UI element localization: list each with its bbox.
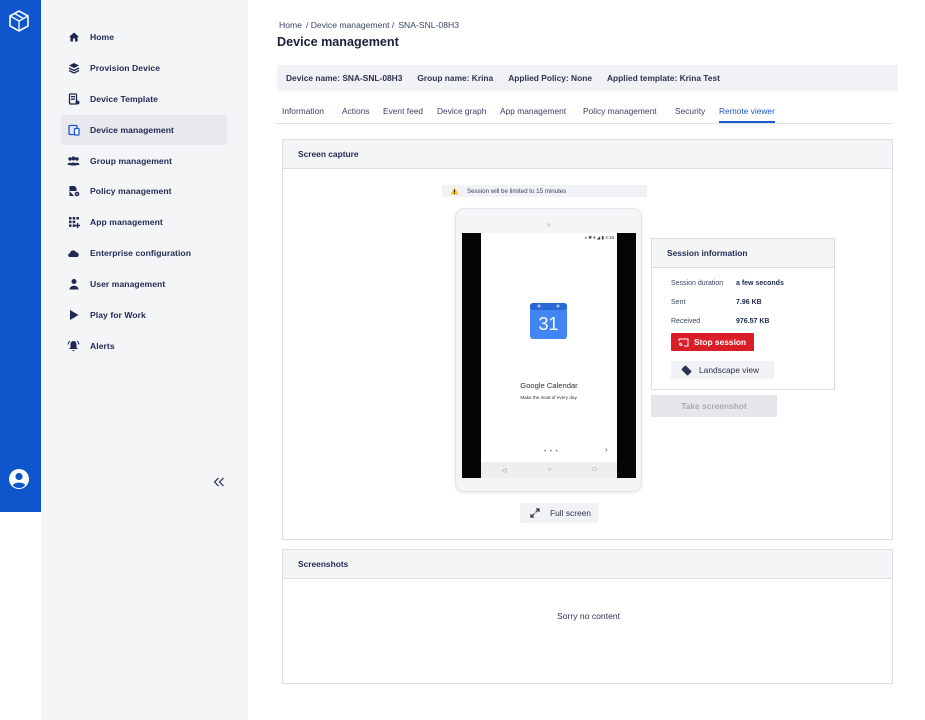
sidebar-item-device-management[interactable]: Device management <box>61 115 227 145</box>
tab-event-feed[interactable]: Event feed <box>383 106 423 121</box>
full-screen-label: Full screen <box>550 508 591 518</box>
device-status-bar: ⁎ ✱ ▾ ◢ ▮ 4:18 <box>584 235 614 240</box>
sent-value: 7.96 KB <box>736 299 762 306</box>
sidebar-item-alerts[interactable]: Alerts <box>61 331 227 361</box>
tab-remote-viewer[interactable]: Remote viewer <box>719 106 775 123</box>
screenshots-title: Screenshots <box>283 550 892 579</box>
expand-icon <box>530 508 540 518</box>
sidebar-item-policy-management[interactable]: Policy management <box>61 176 227 206</box>
calendar-app-icon: 31 <box>530 303 567 339</box>
device-info-bar: Device name: SNA-SNL-08H3 Group name: Kr… <box>277 65 898 91</box>
screen-capture-title: Screen capture <box>283 140 892 169</box>
screen-capture-panel: Screen capture Session will be limited t… <box>282 139 893 540</box>
sidebar-item-label: Policy management <box>90 186 172 196</box>
tab-device-graph[interactable]: Device graph <box>437 106 486 121</box>
received-value: 976.57 KB <box>736 318 770 325</box>
session-duration-value: a few seconds <box>736 280 784 287</box>
bell-icon <box>67 340 80 353</box>
session-info-card: Session information Session duration a f… <box>651 238 835 390</box>
sidebar: Home Provision Device Device Template De… <box>41 0 248 720</box>
home-button-icon[interactable]: ○ <box>548 467 552 473</box>
device-frame: ⁎ ✱ ▾ ◢ ▮ 4:18 31 Google Calendar Make t… <box>455 208 642 492</box>
home-icon <box>67 31 80 44</box>
sidebar-item-enterprise-configuration[interactable]: Enterprise configuration <box>61 238 227 268</box>
session-duration-label: Session duration <box>671 280 724 287</box>
sidebar-item-app-management[interactable]: App management <box>61 207 227 237</box>
sidebar-item-label: Enterprise configuration <box>90 248 191 258</box>
remote-screen[interactable]: ⁎ ✱ ▾ ◢ ▮ 4:18 31 Google Calendar Make t… <box>462 233 636 478</box>
apps-icon <box>67 216 80 229</box>
tab-security[interactable]: Security <box>675 106 705 121</box>
applied-template: Applied template: Krina Test <box>606 73 720 83</box>
sidebar-item-group-management[interactable]: Group management <box>61 146 227 176</box>
page-title: Device management <box>277 35 399 49</box>
breadcrumb-home[interactable]: Home <box>279 20 302 30</box>
tab-information[interactable]: Information <box>282 106 324 121</box>
sidebar-item-user-management[interactable]: User management <box>61 269 227 299</box>
sidebar-item-provision-device[interactable]: Provision Device <box>61 53 227 83</box>
sidebar-item-label: Device Template <box>90 94 158 104</box>
warning-icon <box>450 187 459 195</box>
stop-session-label: Stop session <box>694 337 747 347</box>
cloud-icon <box>67 247 80 260</box>
template-icon <box>67 93 80 106</box>
collapse-sidebar-icon[interactable] <box>211 475 227 489</box>
full-screen-button[interactable]: Full screen <box>520 503 599 523</box>
back-icon[interactable]: ◁ <box>502 467 507 474</box>
tab-actions[interactable]: Actions <box>342 106 369 121</box>
breadcrumb-device-management[interactable]: / Device management / <box>306 20 394 30</box>
landscape-view-label: Landscape view <box>699 365 760 375</box>
take-screenshot-button[interactable]: Take screenshot <box>651 395 777 417</box>
session-info-title: Session information <box>652 239 834 268</box>
landscape-view-button[interactable]: Landscape view <box>671 361 774 379</box>
group-name: Group name: Krina <box>417 73 494 83</box>
sidebar-item-label: Play for Work <box>90 310 146 320</box>
sidebar-item-label: App management <box>90 217 163 227</box>
applied-policy: Applied Policy: None <box>508 73 592 83</box>
stop-session-button[interactable]: Stop session <box>671 333 754 351</box>
sidebar-item-device-template[interactable]: Device Template <box>61 84 227 114</box>
group-icon <box>67 155 80 168</box>
app-title: Google Calendar <box>520 381 578 390</box>
recent-apps-icon[interactable]: □ <box>593 467 597 473</box>
calendar-day: 31 <box>538 314 558 334</box>
session-limit-notice: Session will be limited to 15 minutes <box>442 185 647 197</box>
tab-policy-management[interactable]: Policy management <box>583 106 657 121</box>
empty-state-text: Sorry no content <box>556 611 621 621</box>
app-subtitle: Make the most of every day. <box>520 395 578 400</box>
tab-app-management[interactable]: App management <box>500 106 566 121</box>
tab-bar: Information Actions Event feed Device gr… <box>277 102 892 124</box>
rotate-device-icon <box>681 365 692 375</box>
sidebar-item-label: Device management <box>90 125 174 135</box>
device-name: Device name: SNA-SNL-08H3 <box>286 73 403 83</box>
cast-icon <box>678 338 689 346</box>
sidebar-item-label: Home <box>90 32 115 42</box>
provision-icon <box>67 62 80 75</box>
policy-icon <box>67 185 80 198</box>
screenshots-panel: Screenshots Sorry no content <box>282 549 893 684</box>
sidebar-item-label: Group management <box>90 156 172 166</box>
play-icon <box>67 309 80 322</box>
logo-icon[interactable] <box>7 9 31 33</box>
session-limit-text: Session will be limited to 15 minutes <box>467 187 567 195</box>
received-label: Received <box>671 318 701 325</box>
user-icon <box>67 278 80 291</box>
breadcrumb-current: SNA-SNL-08H3 <box>398 20 459 30</box>
sidebar-item-home[interactable]: Home <box>61 22 227 52</box>
breadcrumb: Home / Device management / SNA-SNL-08H3 <box>279 20 459 30</box>
remote-app-view[interactable]: ⁎ ✱ ▾ ◢ ▮ 4:18 31 Google Calendar Make t… <box>481 233 617 478</box>
page-indicator: • • • <box>544 449 559 455</box>
sidebar-item-label: User management <box>90 279 166 289</box>
devices-icon <box>67 124 80 137</box>
sidebar-item-label: Provision Device <box>90 63 161 73</box>
sidebar-item-play-for-work[interactable]: Play for Work <box>61 300 227 330</box>
app-rail <box>0 0 41 512</box>
account-icon[interactable] <box>8 468 30 490</box>
next-arrow-icon[interactable]: › <box>605 445 608 454</box>
android-nav-bar: ◁ ○ □ <box>481 462 617 478</box>
sidebar-item-label: Alerts <box>90 341 115 351</box>
camera-dot <box>547 223 551 227</box>
sent-label: Sent <box>671 299 686 306</box>
